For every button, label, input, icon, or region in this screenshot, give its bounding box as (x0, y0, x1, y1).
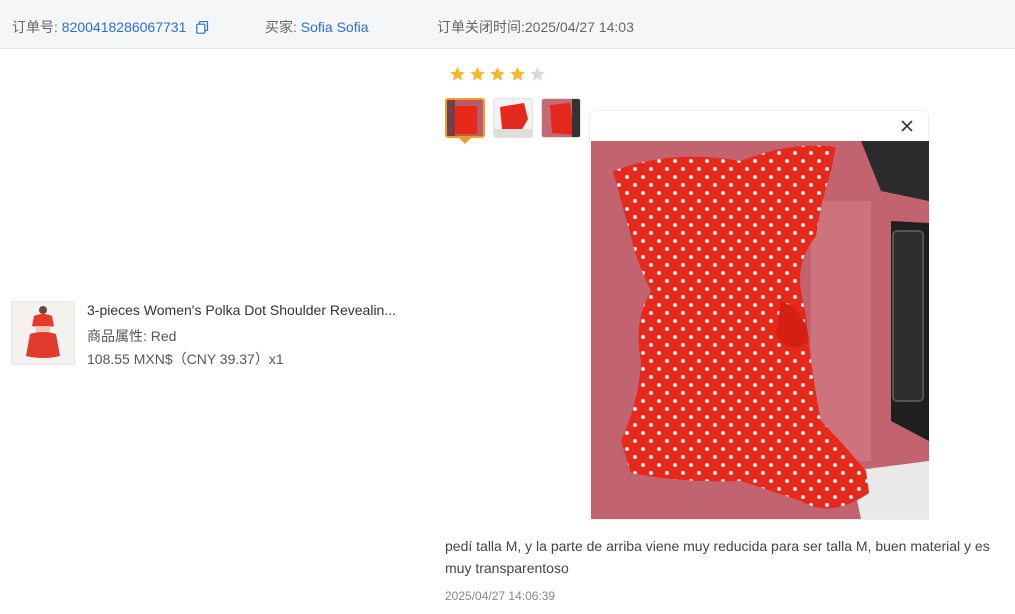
star-icon (449, 66, 466, 82)
star-icon (529, 66, 546, 82)
order-number-link[interactable]: 8200418286067731 (62, 19, 187, 35)
product-price: 108.55 MXN$（CNY 39.37）x1 (87, 351, 284, 367)
photo-preview-popup (589, 110, 929, 520)
star-icon (509, 66, 526, 82)
review-photo-large (591, 141, 929, 519)
copy-icon[interactable] (196, 20, 209, 37)
rating-stars (449, 66, 549, 82)
buyer-name-link[interactable]: Sofia Sofia (301, 19, 369, 35)
product-thumbnail[interactable] (11, 301, 75, 365)
product-title[interactable]: 3-pieces Women's Polka Dot Shoulder Reve… (87, 302, 396, 318)
order-closed-time: 订单关闭时间:2025/04/27 14:03 (437, 19, 634, 35)
close-icon[interactable] (900, 119, 914, 133)
buyer-field: 买家: Sofia Sofia (265, 17, 369, 37)
review-comment: pedí talla M, y la parte de arriba viene… (445, 538, 990, 576)
selected-thumb-caret (459, 138, 471, 144)
product-attribute-value: Red (150, 328, 177, 344)
order-header: 订单号: 8200418286067731 买家: Sofia Sofia 订单… (0, 0, 1015, 49)
star-icon (469, 66, 486, 82)
review-photo-thumb[interactable] (493, 98, 533, 138)
order-number-field: 订单号: 8200418286067731 (12, 17, 209, 37)
star-icon (489, 66, 506, 82)
buyer-label: 买家: (265, 19, 297, 35)
order-label: 订单号: (12, 19, 58, 35)
product-attribute-label: 商品属性: (87, 328, 147, 344)
product-attribute: 商品属性: Red (87, 326, 176, 346)
review-timestamp: 2025/04/27 14:06:39 (445, 589, 556, 603)
review-photo-thumb[interactable] (541, 98, 581, 138)
review-photo-thumb[interactable] (445, 98, 485, 138)
